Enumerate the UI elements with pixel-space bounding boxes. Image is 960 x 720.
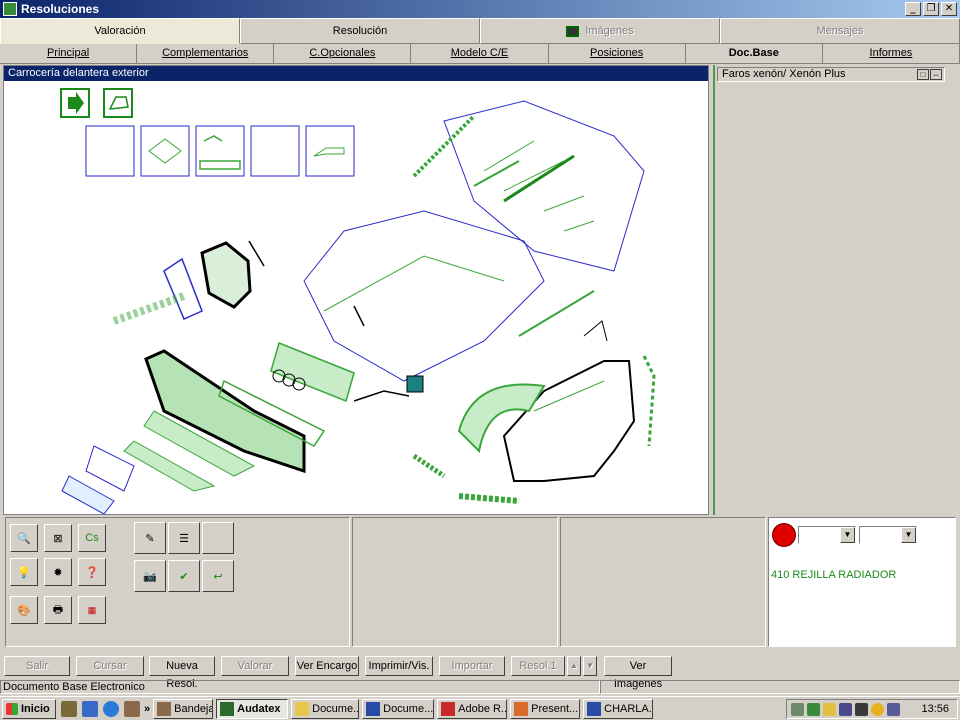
part-select-1[interactable]: ▼: [798, 526, 856, 544]
maximize-icon[interactable]: □: [917, 69, 929, 80]
status-empty: [600, 680, 960, 694]
empty-tool-button[interactable]: [202, 522, 234, 554]
paint-icon[interactable]: 🎨: [10, 596, 38, 624]
windows-logo-icon: [6, 702, 18, 715]
lightbulb-icon[interactable]: 💡: [10, 558, 38, 586]
subtab-principal[interactable]: Principal: [0, 44, 138, 63]
status-text: Documento Base Electronico: [0, 680, 600, 694]
subtab-modelo[interactable]: Modelo C/E: [411, 44, 549, 63]
display-icon[interactable]: [855, 702, 868, 716]
outlook-icon[interactable]: [82, 700, 98, 717]
empty-panel-2: [560, 517, 766, 647]
mouse-icon[interactable]: [839, 702, 852, 716]
valorar-button[interactable]: Valorar: [221, 656, 289, 676]
camera-icon[interactable]: 📷: [134, 560, 166, 592]
window-title: Resoluciones: [21, 2, 100, 16]
list-icon[interactable]: ☰: [168, 522, 200, 554]
detail-title: Faros xenón/ Xenón Plus: [722, 68, 846, 80]
clock: 13:56: [921, 703, 949, 715]
stop-icon[interactable]: ✹: [44, 558, 72, 586]
sub-tabs: Principal Complementarios C.Opcionales M…: [0, 44, 960, 64]
task-powerpoint[interactable]: Present...: [510, 698, 581, 719]
part-select-2[interactable]: ▼: [859, 526, 917, 544]
next-arrow-icon[interactable]: ▼: [583, 656, 597, 676]
subtab-informes[interactable]: Informes: [823, 44, 960, 63]
fit-view-icon[interactable]: ⊠: [44, 524, 72, 552]
importar-button[interactable]: Importar: [439, 656, 505, 676]
restore-button[interactable]: ❐: [923, 2, 939, 16]
device-icon[interactable]: [887, 702, 900, 716]
subtab-doc-base[interactable]: Doc.Base: [686, 44, 823, 63]
task-charla[interactable]: CHARLA...: [583, 698, 654, 719]
selected-part-label: 410 REJILLA RADIADOR: [771, 569, 897, 581]
subtab-posiciones[interactable]: Posiciones: [549, 44, 686, 63]
start-button[interactable]: Inicio: [2, 698, 56, 719]
print-icon[interactable]: 🖶: [44, 596, 72, 624]
minimize-button[interactable]: _: [905, 2, 921, 16]
subtab-complementarios[interactable]: Complementarios: [137, 44, 275, 63]
desktop-icon[interactable]: [61, 700, 77, 717]
close-button[interactable]: ✕: [941, 2, 957, 16]
tab-resolucion[interactable]: Resolución: [240, 18, 480, 44]
prev-arrow-icon[interactable]: ▲: [567, 656, 581, 676]
status-bar: Documento Base Electronico: [0, 680, 960, 694]
detail-title-bar: Faros xenón/ Xenón Plus □ ⇔: [717, 67, 945, 82]
network-icon[interactable]: [791, 702, 804, 716]
main-tabs: Valoración Resolución Imágenes Mensajes: [0, 18, 960, 44]
ver-imagenes-button[interactable]: Ver Imagenes: [604, 656, 672, 690]
volume-icon[interactable]: [823, 702, 836, 716]
edit-pencil-icon[interactable]: ✎: [134, 522, 166, 554]
cursar-button[interactable]: Cursar: [76, 656, 144, 676]
car-front-diagram[interactable]: [4, 81, 708, 515]
tab-mensajes[interactable]: Mensajes: [720, 18, 960, 44]
task-bandeja[interactable]: Bandeja...: [153, 698, 214, 719]
app-icon: [3, 2, 17, 16]
ie-icon[interactable]: [103, 700, 119, 717]
swap-icon[interactable]: ⇔: [930, 69, 942, 80]
detail-panel: Faros xenón/ Xenón Plus □ ⇔: [713, 65, 947, 515]
tab-imagenes[interactable]: Imágenes: [480, 18, 720, 44]
resol-button[interactable]: Resol.1: [511, 656, 565, 676]
tab-valoracion[interactable]: Valoración: [0, 18, 240, 44]
task-audatex[interactable]: Audatex: [216, 698, 289, 719]
help-icon[interactable]: ❓: [78, 558, 106, 586]
chevron-more-icon[interactable]: »: [144, 703, 150, 715]
title-bar: Resoluciones _ ❐ ✕: [0, 0, 960, 18]
system-tray: 13:56: [786, 699, 958, 719]
calendar-icon[interactable]: ▦: [78, 596, 106, 624]
drawing-title: Carrocería delantera exterior: [4, 66, 708, 81]
ver-encargo-button[interactable]: Ver Encargo: [295, 656, 359, 676]
salir-button[interactable]: Salir: [4, 656, 70, 676]
app-quicklaunch-icon[interactable]: [124, 700, 140, 717]
task-documentos[interactable]: Docume...: [291, 698, 360, 719]
chevron-down-icon[interactable]: ▼: [901, 527, 916, 543]
empty-panel-1: [352, 517, 558, 647]
nueva-resol-button[interactable]: Nueva Resol.: [149, 656, 215, 690]
status-light: [772, 523, 796, 547]
taskbar: Inicio » Bandeja... Audatex Docume... Do…: [0, 696, 960, 720]
subtab-opcionales[interactable]: C.Opcionales: [274, 44, 412, 63]
monitor-icon: [566, 25, 580, 37]
zoom-icon[interactable]: 🔍: [10, 524, 38, 552]
exploded-view[interactable]: [4, 81, 708, 515]
tool-panel: 🔍 ⊠ Cs 💡 ✹ ❓ 🎨 🖶 ▦ ✎ ☰ 📷 ✔ ↩: [5, 517, 350, 647]
return-icon[interactable]: ↩: [202, 560, 234, 592]
antivirus-icon[interactable]: [871, 702, 884, 716]
sync-icon[interactable]: [807, 702, 820, 716]
task-word[interactable]: Docume...: [362, 698, 435, 719]
parts-drawing-panel: Carrocería delantera exterior: [3, 65, 709, 515]
chevron-down-icon[interactable]: ▼: [840, 527, 855, 543]
task-adobe[interactable]: Adobe R...: [437, 698, 508, 719]
action-bar: Salir Cursar Nueva Resol. Valorar Ver En…: [0, 654, 960, 690]
imprimir-button[interactable]: Imprimir/Vis.: [365, 656, 433, 676]
cs-button[interactable]: Cs: [78, 524, 106, 552]
check-icon[interactable]: ✔: [168, 560, 200, 592]
